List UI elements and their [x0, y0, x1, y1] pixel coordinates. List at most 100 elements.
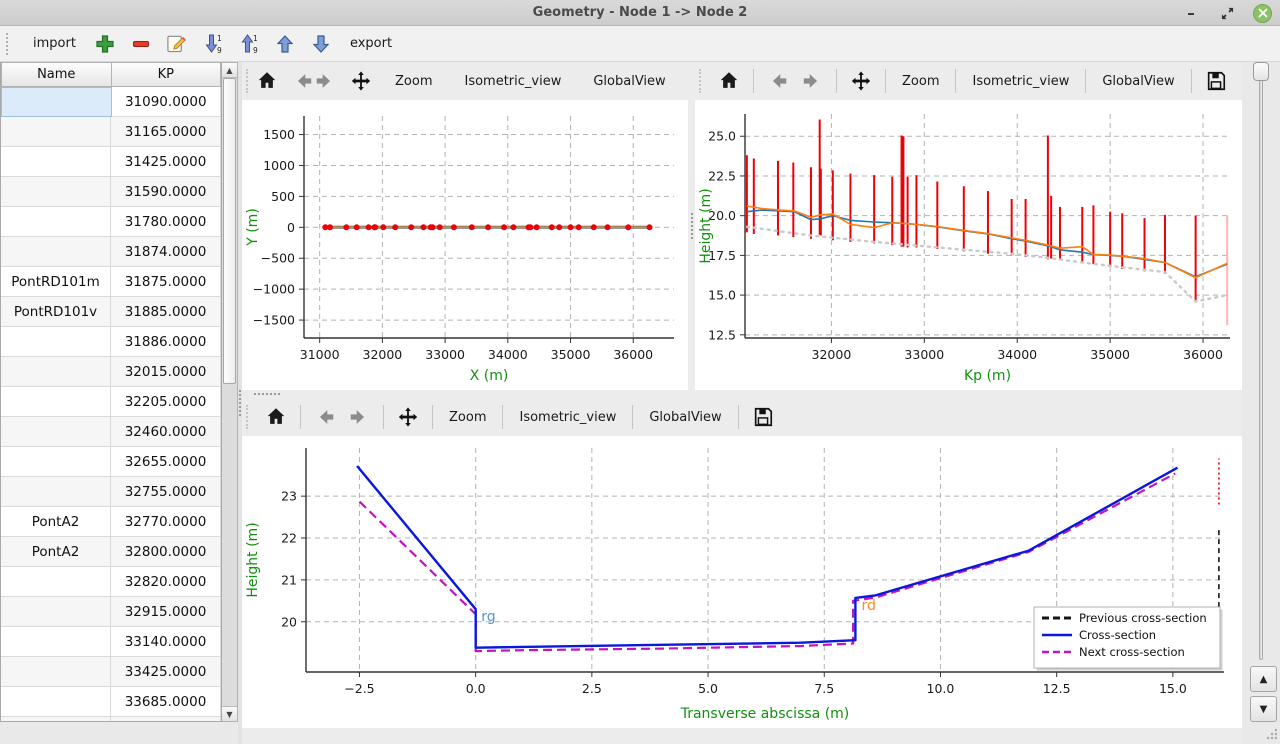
- global-view-button[interactable]: GlobalView: [640, 408, 730, 427]
- name-cell[interactable]: [1, 207, 111, 237]
- name-cell[interactable]: [1, 567, 111, 597]
- toolbar-grip[interactable]: [246, 69, 248, 93]
- kp-cell[interactable]: 32460.0000: [111, 417, 221, 447]
- name-cell[interactable]: PontA2: [1, 507, 111, 537]
- name-cell[interactable]: [1, 417, 111, 447]
- save-figure-button[interactable]: [1199, 70, 1233, 92]
- name-cell[interactable]: [1, 597, 111, 627]
- kp-cell[interactable]: 32915.0000: [111, 597, 221, 627]
- scroll-up-arrow[interactable]: ▲: [222, 63, 237, 78]
- name-cell[interactable]: [1, 717, 111, 722]
- previous-section-button[interactable]: ▲: [1250, 666, 1277, 692]
- edit-button[interactable]: [164, 33, 190, 54]
- pan-button[interactable]: [844, 70, 878, 92]
- kp-cell[interactable]: 31885.0000: [111, 297, 221, 327]
- kp-cell[interactable]: 31886.0000: [111, 327, 221, 357]
- resize-grip[interactable]: [1265, 729, 1277, 741]
- name-cell[interactable]: [1, 177, 111, 207]
- kp-cell[interactable]: 31165.0000: [111, 117, 221, 147]
- sort-descending-button[interactable]: 19: [200, 33, 226, 54]
- kp-cell[interactable]: 32800.0000: [111, 537, 221, 567]
- name-cell[interactable]: [1, 657, 111, 687]
- add-row-button[interactable]: [92, 34, 118, 54]
- save-figure-button[interactable]: [746, 406, 780, 428]
- pan-button[interactable]: [350, 70, 372, 92]
- name-cell[interactable]: [1, 627, 111, 657]
- sort-ascending-button[interactable]: 19: [236, 33, 262, 54]
- isometric-view-button[interactable]: Isometric_view: [963, 72, 1078, 91]
- import-button[interactable]: import: [27, 34, 82, 53]
- isometric-view-button[interactable]: Isometric_view: [510, 408, 625, 427]
- pan-button[interactable]: [391, 406, 425, 428]
- back-button[interactable]: [308, 406, 342, 428]
- kp-cell[interactable]: 32755.0000: [111, 477, 221, 507]
- panel-splitter[interactable]: [238, 62, 242, 744]
- zoom-button[interactable]: Zoom: [386, 72, 441, 91]
- close-button[interactable]: [1253, 4, 1272, 23]
- restore-button[interactable]: [1217, 3, 1237, 23]
- cross-section-plot[interactable]: −2.50.02.55.07.510.012.515.020212223Tran…: [242, 436, 1242, 728]
- home-button[interactable]: [256, 70, 278, 92]
- next-section-button[interactable]: ▼: [1250, 696, 1277, 722]
- kp-cell[interactable]: 31780.0000: [111, 207, 221, 237]
- remove-row-button[interactable]: [128, 34, 154, 54]
- kp-cell[interactable]: 32015.0000: [111, 357, 221, 387]
- kp-cell[interactable]: 32770.0000: [111, 507, 221, 537]
- minimize-button[interactable]: –: [1181, 3, 1201, 23]
- name-cell[interactable]: PontA2: [1, 537, 111, 567]
- forward-button[interactable]: [795, 70, 829, 92]
- zoom-button[interactable]: Zoom: [893, 72, 948, 91]
- kp-cell[interactable]: 31874.0000: [111, 237, 221, 267]
- name-cell[interactable]: [1, 357, 111, 387]
- kp-cell[interactable]: 32655.0000: [111, 447, 221, 477]
- move-down-button[interactable]: [308, 34, 334, 54]
- kp-cell[interactable]: 31590.0000: [111, 177, 221, 207]
- section-slider-handle[interactable]: [1253, 62, 1269, 81]
- toolbar-grip[interactable]: [246, 405, 251, 429]
- isometric-view-button[interactable]: Isometric_view: [455, 72, 570, 91]
- kp-cell[interactable]: 32820.0000: [111, 567, 221, 597]
- name-cell[interactable]: [1, 327, 111, 357]
- section-slider-track[interactable]: [1259, 72, 1263, 660]
- move-up-button[interactable]: [272, 34, 298, 54]
- export-button[interactable]: export: [344, 34, 398, 53]
- scrollbar-track[interactable]: [222, 384, 237, 706]
- name-cell[interactable]: [1, 87, 112, 117]
- forward-button[interactable]: [342, 406, 376, 428]
- kp-cell[interactable]: 33425.0000: [111, 657, 221, 687]
- kp-cell[interactable]: 31425.0000: [111, 147, 221, 177]
- forward-button[interactable]: [314, 70, 336, 92]
- kp-cell[interactable]: 31090.0000: [112, 87, 222, 117]
- home-button[interactable]: [712, 70, 746, 92]
- name-cell[interactable]: [1, 147, 111, 177]
- name-cell[interactable]: [1, 387, 111, 417]
- zoom-button[interactable]: Zoom: [440, 408, 495, 427]
- name-cell[interactable]: PontRD101v: [1, 297, 111, 327]
- name-cell[interactable]: [1, 117, 111, 147]
- toolbar-grip[interactable]: [6, 33, 11, 55]
- back-button[interactable]: [761, 70, 795, 92]
- scrollbar-thumb[interactable]: [223, 78, 236, 384]
- global-view-button[interactable]: GlobalView: [1093, 72, 1183, 91]
- toolbar-grip[interactable]: [699, 69, 704, 93]
- column-header-kp[interactable]: KP: [112, 62, 222, 87]
- home-button[interactable]: [259, 406, 293, 428]
- back-button[interactable]: [292, 70, 314, 92]
- plot-splitter-vertical[interactable]: [688, 62, 695, 390]
- kp-cell[interactable]: 31875.0000: [111, 267, 221, 297]
- kp-cell[interactable]: 33140.0000: [111, 627, 221, 657]
- name-cell[interactable]: [1, 477, 111, 507]
- global-view-button[interactable]: GlobalView: [584, 72, 674, 91]
- kp-cell[interactable]: 32205.0000: [111, 387, 221, 417]
- profile-view-plot[interactable]: 320003300034000350003600012.515.017.520.…: [695, 100, 1242, 390]
- name-cell[interactable]: PontRD101m: [1, 267, 111, 297]
- kp-cell[interactable]: [111, 717, 221, 722]
- plan-view-plot[interactable]: 310003200033000340003500036000−1500−1000…: [242, 100, 688, 390]
- name-cell[interactable]: [1, 237, 111, 267]
- scroll-down-arrow[interactable]: ▼: [222, 706, 237, 721]
- name-cell[interactable]: [1, 447, 111, 477]
- table-scrollbar[interactable]: ▲ ▼: [222, 62, 238, 722]
- name-cell[interactable]: [1, 687, 111, 717]
- plot-splitter-horizontal[interactable]: [242, 390, 1242, 398]
- kp-cell[interactable]: 33685.0000: [111, 687, 221, 717]
